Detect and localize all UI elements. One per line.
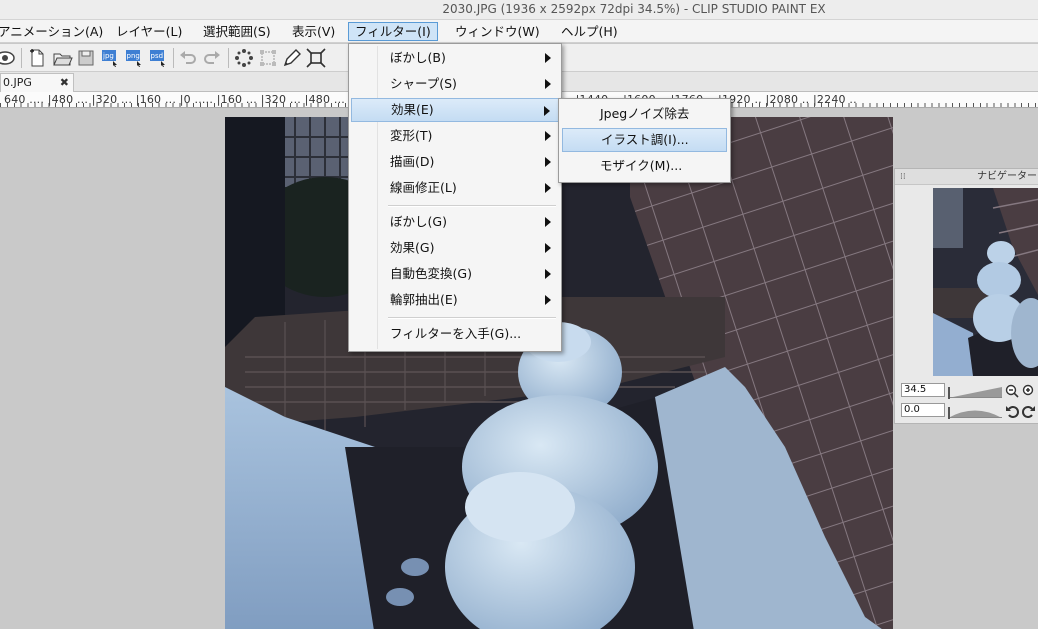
menu-layer[interactable]: レイヤー(L) (110, 22, 188, 41)
menu-item-edge-extract[interactable]: 輪郭抽出(E) (351, 288, 559, 312)
menu-item-render[interactable]: 描画(D) (351, 150, 559, 174)
menu-item-label: 変形(T) (390, 128, 433, 143)
submenu-item-jpeg-noise[interactable]: Jpegノイズ除去 (562, 102, 727, 126)
menu-item-line-correction[interactable]: 線画修正(L) (351, 176, 559, 200)
clear-selection-icon[interactable] (233, 47, 255, 69)
zoom-in-icon[interactable] (1022, 383, 1036, 397)
menu-item-label: 描画(D) (390, 154, 435, 169)
export-png-icon[interactable]: png (123, 47, 145, 69)
menu-item-label: ぼかし(G) (390, 214, 447, 229)
transform-icon[interactable] (257, 47, 279, 69)
navigator-panel: ⁞⁞ ナビゲーター 34.5 0.0 (894, 168, 1038, 424)
pen-icon[interactable] (281, 47, 303, 69)
menu-item-sharpen[interactable]: シャープ(S) (351, 72, 559, 96)
menu-item-label: シャープ(S) (390, 76, 457, 91)
export-jpg-icon[interactable]: jpg (99, 47, 121, 69)
submenu-arrow-icon (545, 157, 551, 167)
menu-item-transform[interactable]: 変形(T) (351, 124, 559, 148)
rotate-left-icon[interactable] (1005, 403, 1019, 418)
rotate-field[interactable]: 0.0 (901, 403, 945, 417)
menu-item-blur[interactable]: ぼかし(B) (351, 46, 559, 70)
panel-grip-icon[interactable]: ⁞⁞ (900, 169, 906, 185)
effect-submenu: Jpegノイズ除去 イラスト調(I)... モザイク(M)... (558, 98, 731, 183)
save-icon[interactable] (75, 47, 97, 69)
menu-item-label: 効果(G) (390, 240, 435, 255)
document-tab[interactable]: 0.JPG ✖ (0, 73, 74, 92)
submenu-arrow-icon (544, 106, 550, 116)
menu-selection[interactable]: 選択範囲(S) (197, 22, 277, 41)
crop-icon[interactable] (305, 47, 327, 69)
menu-item-label: 自動色変換(G) (390, 266, 472, 281)
menu-animation[interactable]: アニメーション(A) (0, 22, 109, 41)
eye-icon[interactable] (0, 47, 16, 69)
menu-item-auto-color[interactable]: 自動色変換(G) (351, 262, 559, 286)
toolbar-separator (21, 48, 22, 68)
toolbar-separator (173, 48, 174, 68)
menu-filter[interactable]: フィルター(I) (348, 22, 438, 41)
undo-icon[interactable] (177, 47, 199, 69)
menu-view[interactable]: 表示(V) (286, 22, 341, 41)
menu-item-label: ぼかし(B) (390, 50, 446, 65)
submenu-arrow-icon (545, 131, 551, 141)
menu-item-label: 効果(E) (391, 102, 434, 117)
document-tab-label: 0.JPG (3, 76, 32, 89)
menu-item-effect[interactable]: 効果(E) (351, 98, 559, 122)
submenu-item-illustration[interactable]: イラスト調(I)... (562, 128, 727, 152)
app-window: 2030.JPG (1936 x 2592px 72dpi 34.5%) - C… (0, 0, 1038, 629)
zoom-field[interactable]: 34.5 (901, 383, 945, 397)
menu-item-blur-g[interactable]: ぼかし(G) (351, 210, 559, 234)
svg-text:psd: psd (151, 52, 164, 60)
rotate-slider[interactable] (948, 404, 1002, 419)
submenu-arrow-icon (545, 79, 551, 89)
close-icon[interactable]: ✖ (60, 74, 69, 91)
menu-item-label: 線画修正(L) (390, 180, 457, 195)
zoom-out-icon[interactable] (1005, 383, 1019, 398)
menu-item-label: 輪郭抽出(E) (390, 292, 458, 307)
menu-separator (388, 317, 556, 319)
menu-window[interactable]: ウィンドウ(W) (449, 22, 546, 41)
svg-text:jpg: jpg (102, 52, 114, 60)
submenu-arrow-icon (545, 53, 551, 63)
filter-menu-dropdown: ぼかし(B) シャープ(S) 効果(E) 変形(T) 描画(D) 線画修正(L)… (348, 43, 562, 352)
submenu-arrow-icon (545, 217, 551, 227)
export-psd-icon[interactable]: psd (147, 47, 169, 69)
navigator-preview[interactable] (933, 188, 1038, 376)
menu-separator (388, 205, 556, 207)
new-file-icon[interactable] (26, 47, 48, 69)
rotate-right-icon[interactable] (1022, 403, 1036, 418)
submenu-arrow-icon (545, 295, 551, 305)
open-folder-icon[interactable] (51, 47, 73, 69)
navigator-title: ナビゲーター (977, 171, 1037, 182)
menu-item-get-filters[interactable]: フィルターを入手(G)... (351, 322, 559, 346)
submenu-item-mosaic[interactable]: モザイク(M)... (562, 154, 727, 178)
zoom-row: 34.5 (901, 383, 1038, 399)
title-bar: 2030.JPG (1936 x 2592px 72dpi 34.5%) - C… (0, 0, 1038, 20)
redo-icon[interactable] (201, 47, 223, 69)
submenu-arrow-icon (545, 183, 551, 193)
menu-help[interactable]: ヘルプ(H) (555, 22, 624, 41)
zoom-slider[interactable] (948, 384, 1002, 399)
toolbar-separator (228, 48, 229, 68)
submenu-arrow-icon (545, 243, 551, 253)
navigator-header[interactable]: ⁞⁞ ナビゲーター (895, 169, 1038, 185)
window-title: 2030.JPG (1936 x 2592px 72dpi 34.5%) - C… (442, 2, 826, 16)
svg-text:png: png (127, 52, 140, 60)
menu-item-effect-g[interactable]: 効果(G) (351, 236, 559, 260)
menu-item-label: フィルターを入手(G)... (390, 326, 522, 341)
rotate-row: 0.0 (901, 403, 1038, 419)
menu-bar: アニメーション(A) レイヤー(L) 選択範囲(S) 表示(V) フィルター(I… (0, 20, 1038, 43)
submenu-arrow-icon (545, 269, 551, 279)
